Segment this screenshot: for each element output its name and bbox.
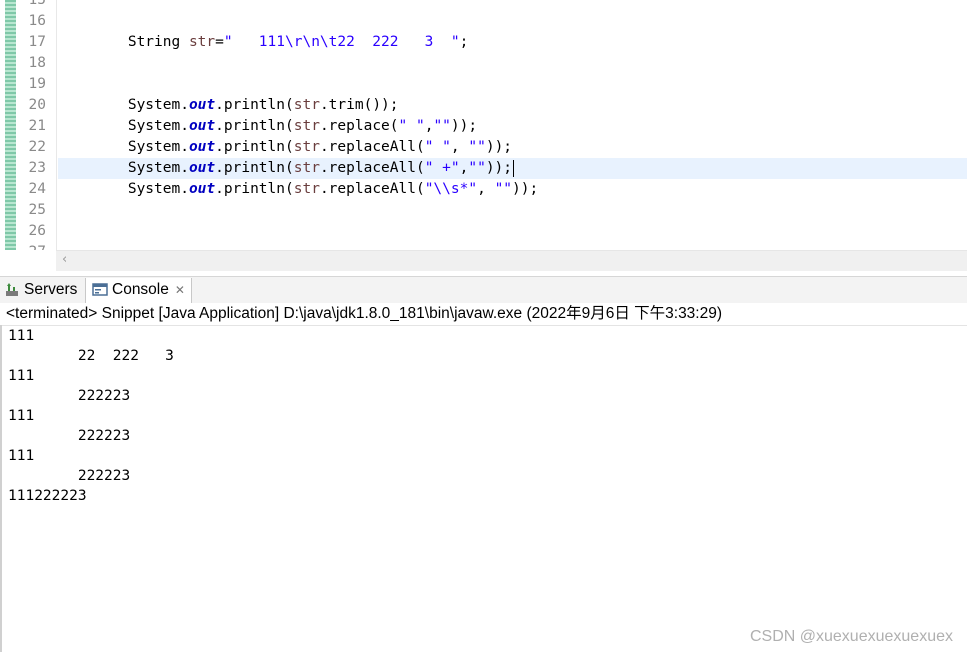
console-output-line: 111 bbox=[8, 408, 35, 424]
code-token: str bbox=[293, 160, 320, 176]
code-token: " 111\r\n\t22 222 3 " bbox=[223, 34, 460, 50]
line-number: 20 bbox=[28, 97, 46, 113]
code-token: .trim()); bbox=[319, 97, 399, 113]
console-icon bbox=[92, 283, 108, 296]
code-token: " +" bbox=[424, 160, 460, 176]
code-token: ; bbox=[459, 34, 469, 50]
code-token: .println( bbox=[215, 181, 294, 197]
code-token: System. bbox=[58, 118, 189, 134]
change-marker-strip bbox=[5, 0, 16, 250]
code-line-current[interactable]: System.out.println(str.replaceAll(" +","… bbox=[58, 158, 967, 179]
code-token: )); bbox=[485, 160, 513, 176]
line-number: 15 bbox=[28, 0, 46, 8]
line-number: 27 bbox=[16, 242, 46, 250]
line-number: 16 bbox=[28, 13, 46, 29]
code-token: .println( bbox=[215, 97, 294, 113]
code-line[interactable] bbox=[58, 200, 967, 221]
code-token: System. bbox=[58, 181, 189, 197]
view-tab-bar: Servers Console ✕ bbox=[0, 276, 967, 304]
code-token: .println( bbox=[215, 118, 294, 134]
code-line[interactable]: System.out.println(str.replaceAll(" ", "… bbox=[58, 137, 967, 158]
code-token: .println( bbox=[215, 160, 294, 176]
code-token: out bbox=[188, 118, 216, 134]
code-token: "" bbox=[468, 160, 486, 176]
code-token: str bbox=[293, 139, 320, 155]
line-number: 23 bbox=[28, 160, 46, 176]
code-token: String bbox=[58, 34, 189, 50]
line-number: 26 bbox=[28, 223, 46, 239]
console-output-line: 111 bbox=[8, 448, 35, 464]
code-line[interactable]: System.out.println(str.replaceAll("\\s*"… bbox=[58, 179, 967, 200]
tab-servers-label: Servers bbox=[24, 281, 78, 298]
code-token: " " bbox=[424, 139, 451, 155]
scroll-left-icon[interactable]: ‹ bbox=[62, 252, 67, 267]
code-token: "" bbox=[433, 118, 451, 134]
line-number: 17 bbox=[28, 34, 46, 50]
console-output[interactable]: 111 22 222 3 111 222223 111 222223 111 2222… bbox=[0, 325, 967, 652]
code-token: out bbox=[188, 139, 216, 155]
line-number: 21 bbox=[28, 118, 46, 134]
code-token: str bbox=[188, 34, 216, 50]
line-number: 25 bbox=[28, 202, 46, 218]
text-caret bbox=[513, 159, 515, 177]
console-status-header: <terminated> Snippet [Java Application] … bbox=[0, 303, 967, 326]
code-token: System. bbox=[58, 160, 189, 176]
horizontal-scrollbar[interactable]: ‹ bbox=[56, 250, 967, 271]
code-editor[interactable]: String str=" 111\r\n\t22 222 3 "; System… bbox=[0, 0, 967, 250]
code-line[interactable]: System.out.println(str.replace(" ","")); bbox=[58, 116, 967, 137]
code-token: "" bbox=[468, 139, 486, 155]
code-line[interactable]: String str=" 111\r\n\t22 222 3 "; bbox=[58, 32, 967, 53]
console-output-line: 222223 bbox=[8, 468, 131, 484]
code-token: out bbox=[188, 97, 216, 113]
code-token: str bbox=[293, 97, 320, 113]
code-token: "" bbox=[494, 181, 513, 197]
line-number: 18 bbox=[28, 55, 46, 71]
line-number: 24 bbox=[28, 181, 46, 197]
code-line[interactable] bbox=[58, 74, 967, 95]
code-token: .replace( bbox=[319, 118, 399, 134]
code-line[interactable] bbox=[58, 0, 967, 11]
code-line[interactable]: System.out.println(str.trim()); bbox=[58, 95, 967, 116]
code-token: , bbox=[450, 139, 469, 155]
code-token: str bbox=[293, 118, 320, 134]
close-icon[interactable]: ✕ bbox=[175, 278, 185, 302]
console-output-line: 111 bbox=[8, 368, 35, 384]
code-token: str bbox=[293, 181, 320, 197]
code-token: " " bbox=[398, 118, 425, 134]
code-token: out bbox=[188, 181, 216, 197]
line-number: 19 bbox=[28, 76, 46, 92]
code-token: , bbox=[477, 181, 495, 197]
watermark: CSDN @xuexuexuexuexuex bbox=[749, 628, 953, 645]
code-token: )); bbox=[485, 139, 513, 155]
tab-console[interactable]: Console ✕ bbox=[85, 278, 192, 303]
code-line[interactable] bbox=[58, 221, 967, 242]
console-output-line: 111 bbox=[8, 328, 35, 344]
code-line[interactable] bbox=[58, 242, 967, 250]
code-line[interactable] bbox=[58, 53, 967, 74]
code-token: )); bbox=[512, 181, 539, 197]
console-output-line: 22 222 3 bbox=[8, 348, 174, 364]
code-token: "\\s*" bbox=[424, 181, 478, 197]
code-token: .replaceAll( bbox=[319, 181, 425, 197]
tab-servers[interactable]: Servers bbox=[4, 278, 77, 302]
code-token: .replaceAll( bbox=[319, 139, 425, 155]
console-output-line: 111222223 bbox=[8, 488, 87, 504]
code-token: .replaceAll( bbox=[319, 160, 425, 176]
code-token: System. bbox=[58, 97, 189, 113]
code-token: .println( bbox=[215, 139, 294, 155]
code-token: = bbox=[215, 34, 224, 50]
code-token: System. bbox=[58, 139, 189, 155]
console-output-line: 222223 bbox=[8, 388, 131, 404]
code-line[interactable] bbox=[58, 11, 967, 32]
console-output-line: 222223 bbox=[8, 428, 131, 444]
line-number: 22 bbox=[28, 139, 46, 155]
servers-icon bbox=[6, 282, 18, 296]
tab-console-label: Console bbox=[112, 281, 169, 299]
code-token: out bbox=[188, 160, 216, 176]
code-token: )); bbox=[450, 118, 478, 134]
